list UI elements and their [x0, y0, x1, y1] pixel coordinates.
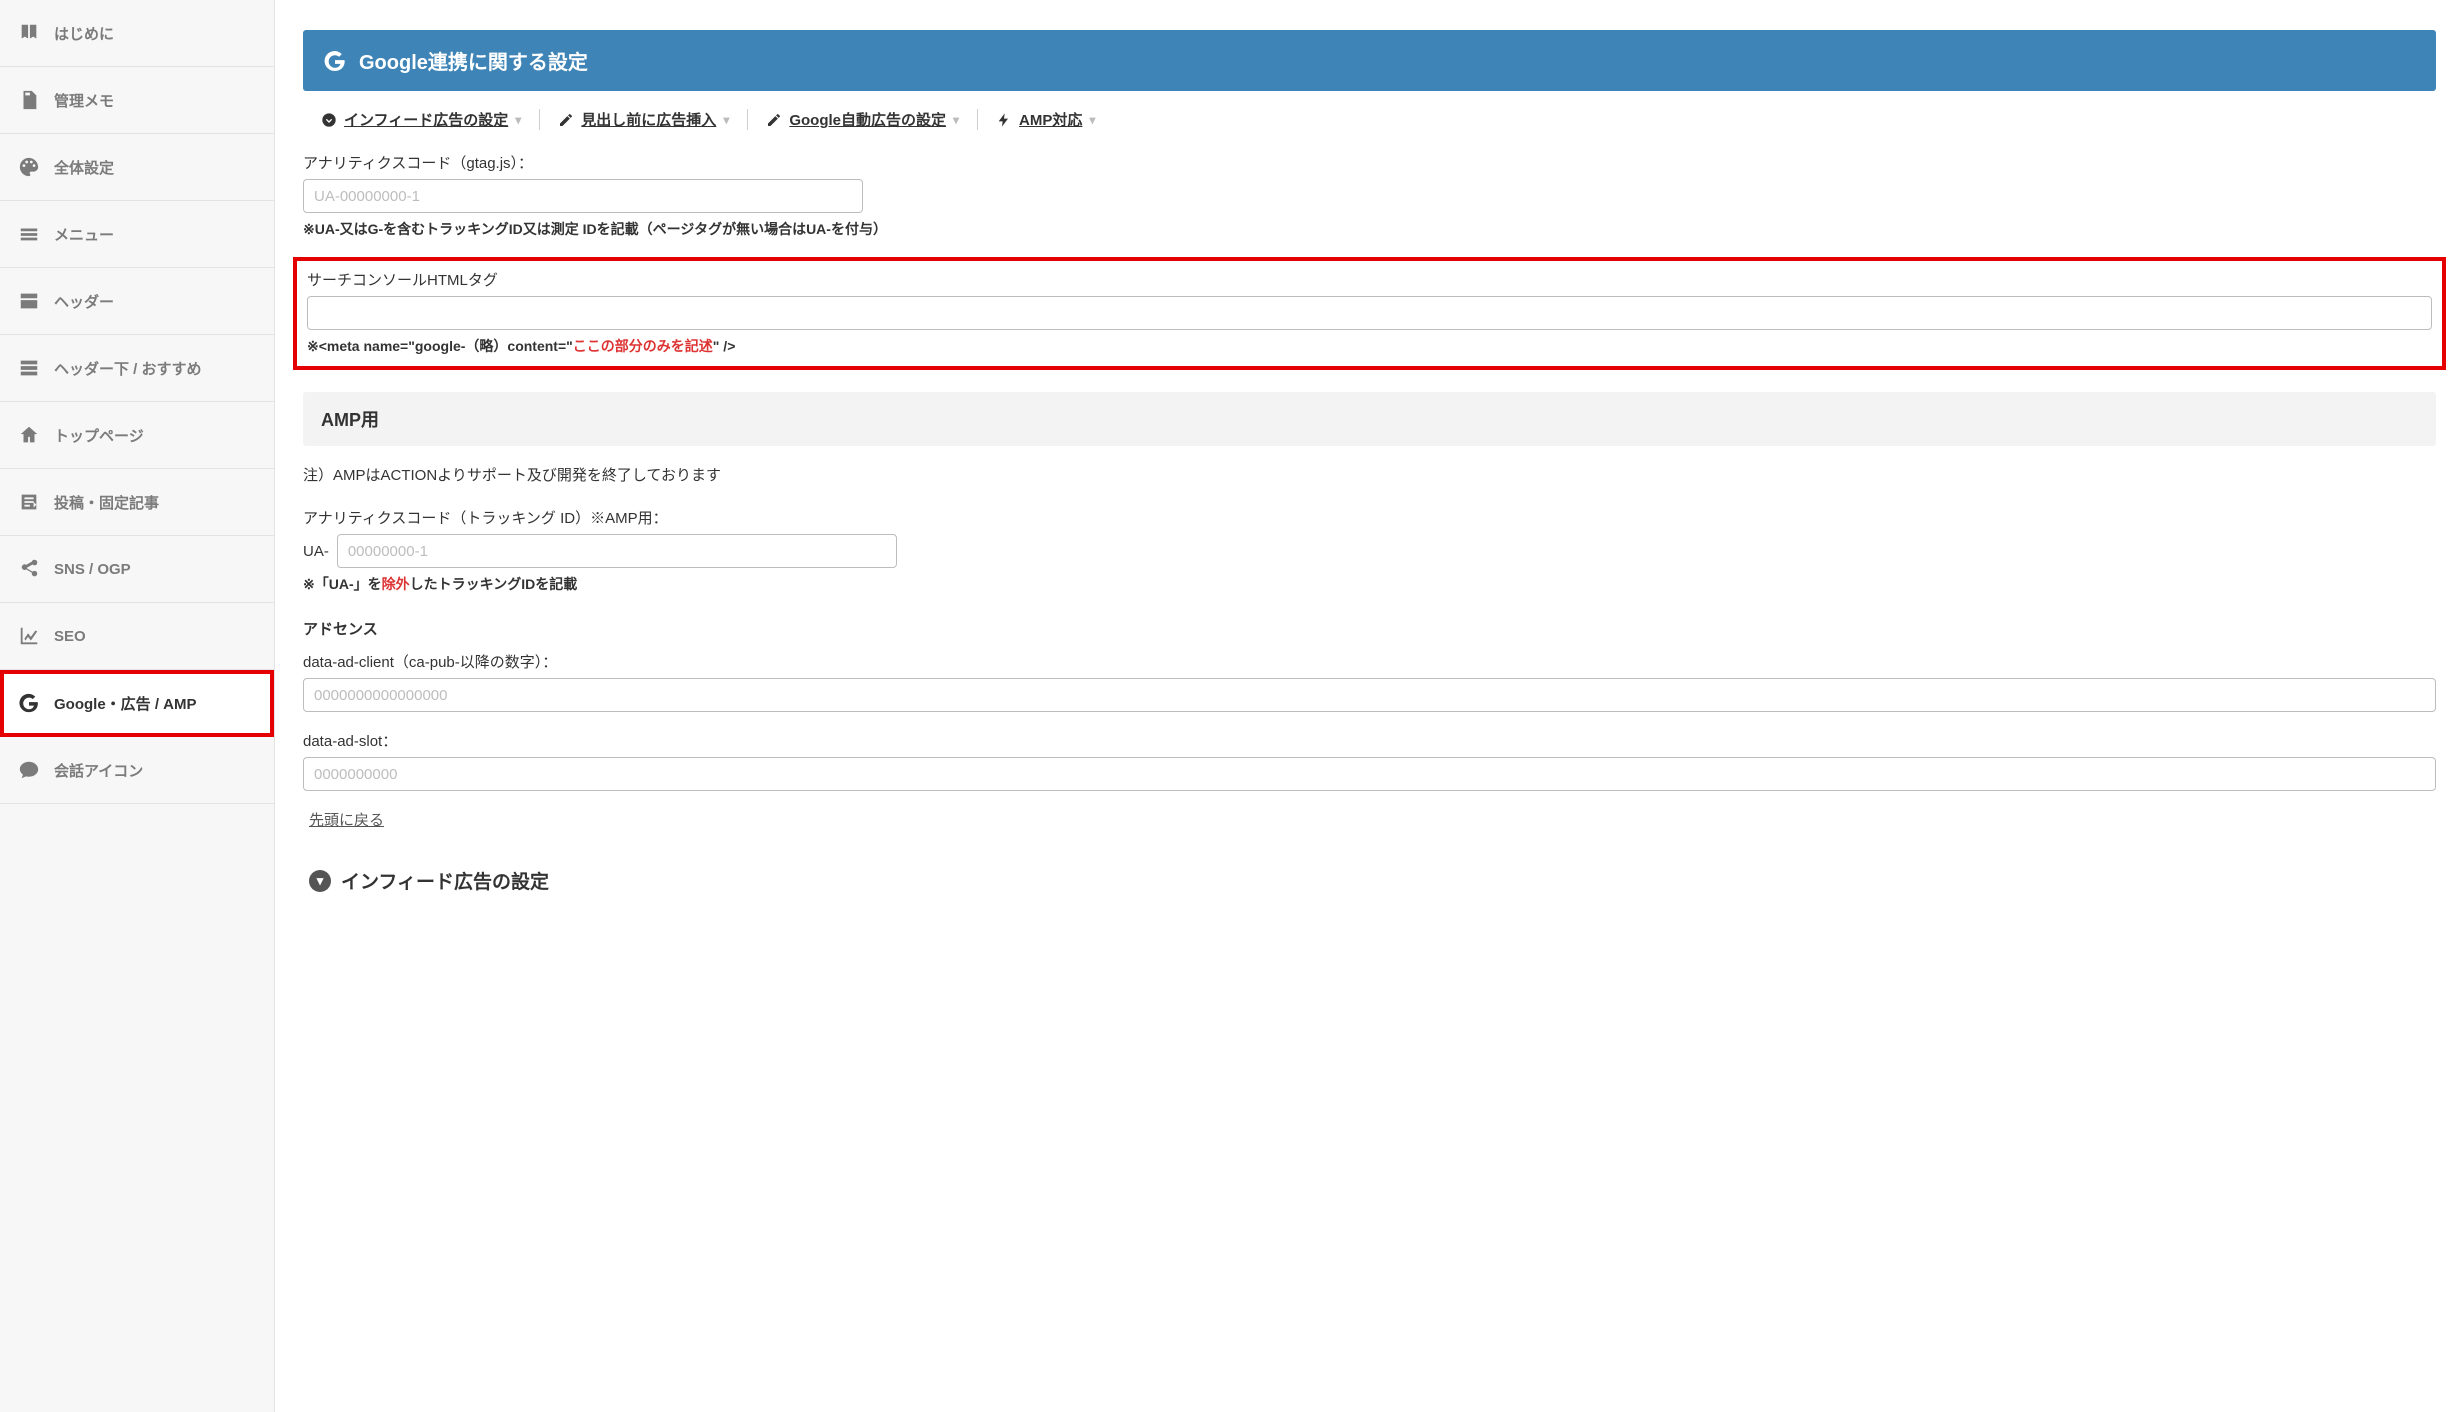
- header-icon: [18, 290, 40, 312]
- bolt-icon: [996, 112, 1012, 128]
- chevron-down-icon: ▾: [515, 113, 521, 127]
- main-content: Google連携に関する設定 インフィード広告の設定 ▾ 見出し前に広告挿入 ▾…: [275, 0, 2464, 1412]
- sidebar-label: メニュー: [54, 224, 114, 245]
- analytics-label: アナリティクスコード（gtag.js）：: [303, 152, 2436, 173]
- share-icon: [18, 558, 40, 580]
- search-console-highlight: サーチコンソールHTMLタグ ※<meta name="google-（略）co…: [293, 257, 2446, 370]
- circle-down-icon: [321, 112, 337, 128]
- amp-analytics-label: アナリティクスコード（トラッキング ID）※AMP用：: [303, 507, 2436, 528]
- sidebar-item-global[interactable]: 全体設定: [0, 134, 274, 201]
- ad-slot-input[interactable]: [303, 757, 2436, 791]
- analytics-field-group: アナリティクスコード（gtag.js）： ※UA-又はG-を含むトラッキングID…: [303, 152, 2436, 239]
- analytics-note: ※UA-又はG-を含むトラッキングID又は測定 IDを記載（ページタグが無い場合…: [303, 219, 2436, 239]
- sidebar-item-header[interactable]: ヘッダー: [0, 268, 274, 335]
- header-below-icon: [18, 357, 40, 379]
- circle-down-icon: ▾: [309, 870, 331, 892]
- sidebar-item-top[interactable]: トップページ: [0, 402, 274, 469]
- sidebar-label: 投稿・固定記事: [54, 492, 159, 513]
- document-icon: [18, 89, 40, 111]
- sidebar-label: ヘッダー下 / おすすめ: [54, 358, 202, 379]
- sidebar-item-header-below[interactable]: ヘッダー下 / おすすめ: [0, 335, 274, 402]
- sidebar-item-intro[interactable]: はじめに: [0, 0, 274, 67]
- chart-icon: [18, 625, 40, 647]
- ad-client-input[interactable]: [303, 678, 2436, 712]
- pencil-icon: [766, 112, 782, 128]
- post-icon: [18, 491, 40, 513]
- sidebar-label: SEO: [54, 628, 86, 645]
- sidebar-item-google-ad-amp[interactable]: Google・広告 / AMP: [0, 670, 274, 737]
- sidebar-label: 全体設定: [54, 157, 114, 178]
- google-icon: [323, 49, 347, 73]
- amp-note: ※「UA-」を除外したトラッキングIDを記載: [303, 574, 2436, 594]
- chevron-down-icon: ▾: [723, 113, 729, 127]
- anchor-heading-ad[interactable]: 見出し前に広告挿入 ▾: [539, 109, 747, 130]
- page-title: Google連携に関する設定: [359, 46, 588, 75]
- page-banner: Google連携に関する設定: [303, 30, 2436, 91]
- sidebar-label: Google・広告 / AMP: [54, 693, 197, 714]
- infeed-banner: ▾ インフィード広告の設定: [303, 852, 2436, 896]
- settings-sidebar: はじめに 管理メモ 全体設定 メニュー ヘッダー ヘッダー下 / おすすめ トッ…: [0, 0, 275, 1412]
- palette-icon: [18, 156, 40, 178]
- ad-client-label: data-ad-client（ca-pub-以降の数字）：: [303, 651, 2436, 672]
- sidebar-item-sns[interactable]: SNS / OGP: [0, 536, 274, 603]
- ua-prefix: UA-: [303, 543, 329, 560]
- amp-analytics-input[interactable]: [337, 534, 897, 568]
- menu-icon: [18, 223, 40, 245]
- search-console-input[interactable]: [307, 296, 2432, 330]
- anchor-auto-ad[interactable]: Google自動広告の設定 ▾: [747, 109, 977, 130]
- amp-notice: 注）AMPはACTIONよりサポート及び開発を終了しております: [303, 464, 2436, 485]
- amp-analytics-row: UA-: [303, 534, 2436, 568]
- google-icon: [18, 692, 40, 714]
- sidebar-item-post[interactable]: 投稿・固定記事: [0, 469, 274, 536]
- sidebar-label: 管理メモ: [54, 90, 114, 111]
- book-icon: [18, 22, 40, 44]
- home-icon: [18, 424, 40, 446]
- sidebar-label: はじめに: [54, 23, 114, 44]
- pencil-icon: [558, 112, 574, 128]
- sidebar-item-chat-icon[interactable]: 会話アイコン: [0, 737, 274, 804]
- sidebar-label: ヘッダー: [54, 291, 114, 312]
- ad-slot-label: data-ad-slot：: [303, 730, 2436, 751]
- analytics-code-input[interactable]: [303, 179, 863, 213]
- amp-section-heading: AMP用: [303, 392, 2436, 446]
- sidebar-item-menu[interactable]: メニュー: [0, 201, 274, 268]
- anchor-infeed[interactable]: インフィード広告の設定 ▾: [303, 109, 539, 130]
- chevron-down-icon: ▾: [953, 113, 959, 127]
- sidebar-label: 会話アイコン: [54, 760, 143, 781]
- chevron-down-icon: ▾: [1089, 113, 1095, 127]
- sidebar-label: トップページ: [54, 425, 144, 446]
- searchconsole-note: ※<meta name="google-（略）content="ここの部分のみを…: [307, 336, 2432, 356]
- searchconsole-label: サーチコンソールHTMLタグ: [307, 269, 2432, 290]
- sidebar-item-memo[interactable]: 管理メモ: [0, 67, 274, 134]
- sidebar-label: SNS / OGP: [54, 561, 131, 578]
- sidebar-item-seo[interactable]: SEO: [0, 603, 274, 670]
- back-to-top-link[interactable]: 先頭に戻る: [309, 809, 384, 830]
- anchor-amp[interactable]: AMP対応 ▾: [977, 109, 1113, 130]
- adsense-heading: アドセンス: [303, 618, 2436, 639]
- chat-icon: [18, 759, 40, 781]
- anchor-links: インフィード広告の設定 ▾ 見出し前に広告挿入 ▾ Google自動広告の設定 …: [303, 109, 2436, 130]
